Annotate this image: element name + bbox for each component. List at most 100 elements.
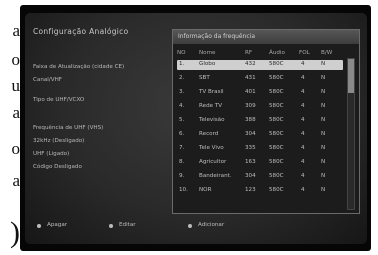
- channel-rf: 335: [245, 145, 256, 151]
- channel-row[interactable]: 6. Record 304 580C 4 N: [177, 130, 343, 140]
- tv-screen: Configuração Analógico Faixa de Atualiza…: [25, 13, 367, 244]
- channel-no: 2.: [179, 75, 185, 81]
- channel-fol: 4: [301, 75, 305, 81]
- channel-no: 9.: [179, 173, 185, 179]
- side-letter: a: [12, 21, 20, 40]
- channel-rf: 304: [245, 173, 256, 179]
- menu-item-code[interactable]: Código Desligado: [33, 164, 82, 170]
- side-letter: u: [11, 76, 21, 95]
- channel-row[interactable]: 7. Tele Vivo 335 580C 4 N: [177, 144, 343, 154]
- channel-name: Televisão: [199, 117, 225, 123]
- menu-item-uhf-frequency[interactable]: Frequência de UHF (VHS): [33, 125, 103, 131]
- channel-fol: 4: [301, 131, 305, 137]
- channel-list-scrollbar[interactable]: [347, 58, 355, 210]
- delete-button[interactable]: Apagar: [47, 222, 67, 228]
- channel-audio: 580C: [269, 103, 284, 109]
- channel-fol: 4: [301, 89, 305, 95]
- channel-audio: 580C: [269, 187, 284, 193]
- side-letter: o: [11, 50, 21, 69]
- channel-fol: 4: [301, 159, 305, 165]
- channel-row[interactable]: 3. TV Brasil 401 580C 4 N: [177, 88, 343, 98]
- channel-name: NOR: [199, 187, 212, 193]
- channel-bw: N: [321, 89, 326, 95]
- menu-item-uhf-type[interactable]: Tipo de UHF/VCXO: [33, 97, 84, 103]
- channel-fol: 4: [301, 61, 305, 67]
- channel-no: 4.: [179, 103, 185, 109]
- channel-bw: N: [321, 117, 326, 123]
- channel-audio: 580C: [269, 145, 284, 151]
- channel-rf: 401: [245, 89, 256, 95]
- channel-row[interactable]: 9. Bandeirant. 304 580C 4 N: [177, 172, 343, 182]
- channel-bw: N: [321, 145, 326, 151]
- tv-bezel: Configuração Analógico Faixa de Atualiza…: [20, 5, 371, 251]
- channel-name: SBT: [199, 75, 210, 81]
- delete-key-icon: [37, 224, 41, 228]
- channel-no: 6.: [179, 131, 185, 137]
- side-letter: ): [10, 216, 20, 249]
- channel-audio: 580C: [269, 159, 284, 165]
- header-no: NO: [177, 50, 186, 56]
- channel-name: Record: [199, 131, 219, 137]
- bottom-action-bar: Apagar Editar Adicionar: [25, 215, 367, 235]
- channel-bw: N: [321, 75, 326, 81]
- channel-no: 3.: [179, 89, 185, 95]
- channel-fol: 4: [301, 103, 305, 109]
- channel-audio: 580C: [269, 131, 284, 137]
- menu-item-uhf-on[interactable]: UHF (Ligado): [33, 151, 69, 157]
- channel-no: 1.: [179, 61, 185, 67]
- menu-item-32khz[interactable]: 32kHz (Desligado): [33, 138, 84, 144]
- channel-audio: 580C: [269, 117, 284, 123]
- add-key-icon: [188, 224, 192, 228]
- channel-bw: N: [321, 131, 326, 137]
- add-button[interactable]: Adicionar: [198, 222, 224, 228]
- channel-bw: N: [321, 103, 326, 109]
- edit-key-icon: [109, 224, 113, 228]
- panel-title: Informação da frequência: [173, 30, 359, 44]
- channel-audio: 580C: [269, 75, 284, 81]
- side-letter: a: [12, 103, 20, 122]
- channel-fol: 4: [301, 145, 305, 151]
- channel-rf: 431: [245, 75, 256, 81]
- channel-row[interactable]: 1. Globo 432 580C 4 N: [177, 60, 343, 70]
- channel-fol: 4: [301, 117, 305, 123]
- menu-item-update-range[interactable]: Faixa de Atualização (cidade CE): [33, 64, 124, 70]
- header-bw: B/W: [321, 50, 333, 56]
- channel-name: Agricultor: [199, 159, 227, 165]
- channel-bw: N: [321, 173, 326, 179]
- edit-button[interactable]: Editar: [119, 222, 136, 228]
- screen-title: Configuração Analógico: [33, 27, 129, 36]
- channel-fol: 4: [301, 187, 305, 193]
- channel-audio: 580C: [269, 61, 284, 67]
- channel-row[interactable]: 8. Agricultor 163 580C 4 N: [177, 158, 343, 168]
- channel-no: 10.: [179, 187, 188, 193]
- channel-row[interactable]: 2. SBT 431 580C 4 N: [177, 74, 343, 84]
- channel-audio: 580C: [269, 173, 284, 179]
- channel-row[interactable]: 5. Televisão 388 580C 4 N: [177, 116, 343, 126]
- channel-name: Bandeirant.: [199, 173, 232, 179]
- channel-rf: 163: [245, 159, 256, 165]
- channel-fol: 4: [301, 173, 305, 179]
- channel-rf: 309: [245, 103, 256, 109]
- menu-item-channel-vhf[interactable]: Canal/VHF: [33, 77, 62, 83]
- channel-no: 8.: [179, 159, 185, 165]
- header-rf: RF: [245, 50, 253, 56]
- header-audio: Áudio: [269, 50, 285, 56]
- channel-row[interactable]: 10. NOR 123 580C 4 N: [177, 186, 343, 196]
- scrollbar-thumb[interactable]: [348, 59, 354, 93]
- channel-bw: N: [321, 61, 326, 67]
- side-letter: a: [12, 171, 20, 190]
- channel-no: 5.: [179, 117, 185, 123]
- channel-name: TV Brasil: [199, 89, 224, 95]
- channel-rf: 432: [245, 61, 256, 67]
- channel-name: Globo: [199, 61, 216, 67]
- channel-row[interactable]: 4. Rede TV 309 580C 4 N: [177, 102, 343, 112]
- header-fol: FOL: [299, 50, 310, 56]
- channel-no: 7.: [179, 145, 185, 151]
- channel-bw: N: [321, 159, 326, 165]
- channel-audio: 580C: [269, 89, 284, 95]
- channel-name: Tele Vivo: [199, 145, 224, 151]
- side-text-fragment: a o u a o a ): [0, 0, 20, 255]
- header-name: Nome: [199, 50, 216, 56]
- channel-name: Rede TV: [199, 103, 223, 109]
- channel-rf: 388: [245, 117, 256, 123]
